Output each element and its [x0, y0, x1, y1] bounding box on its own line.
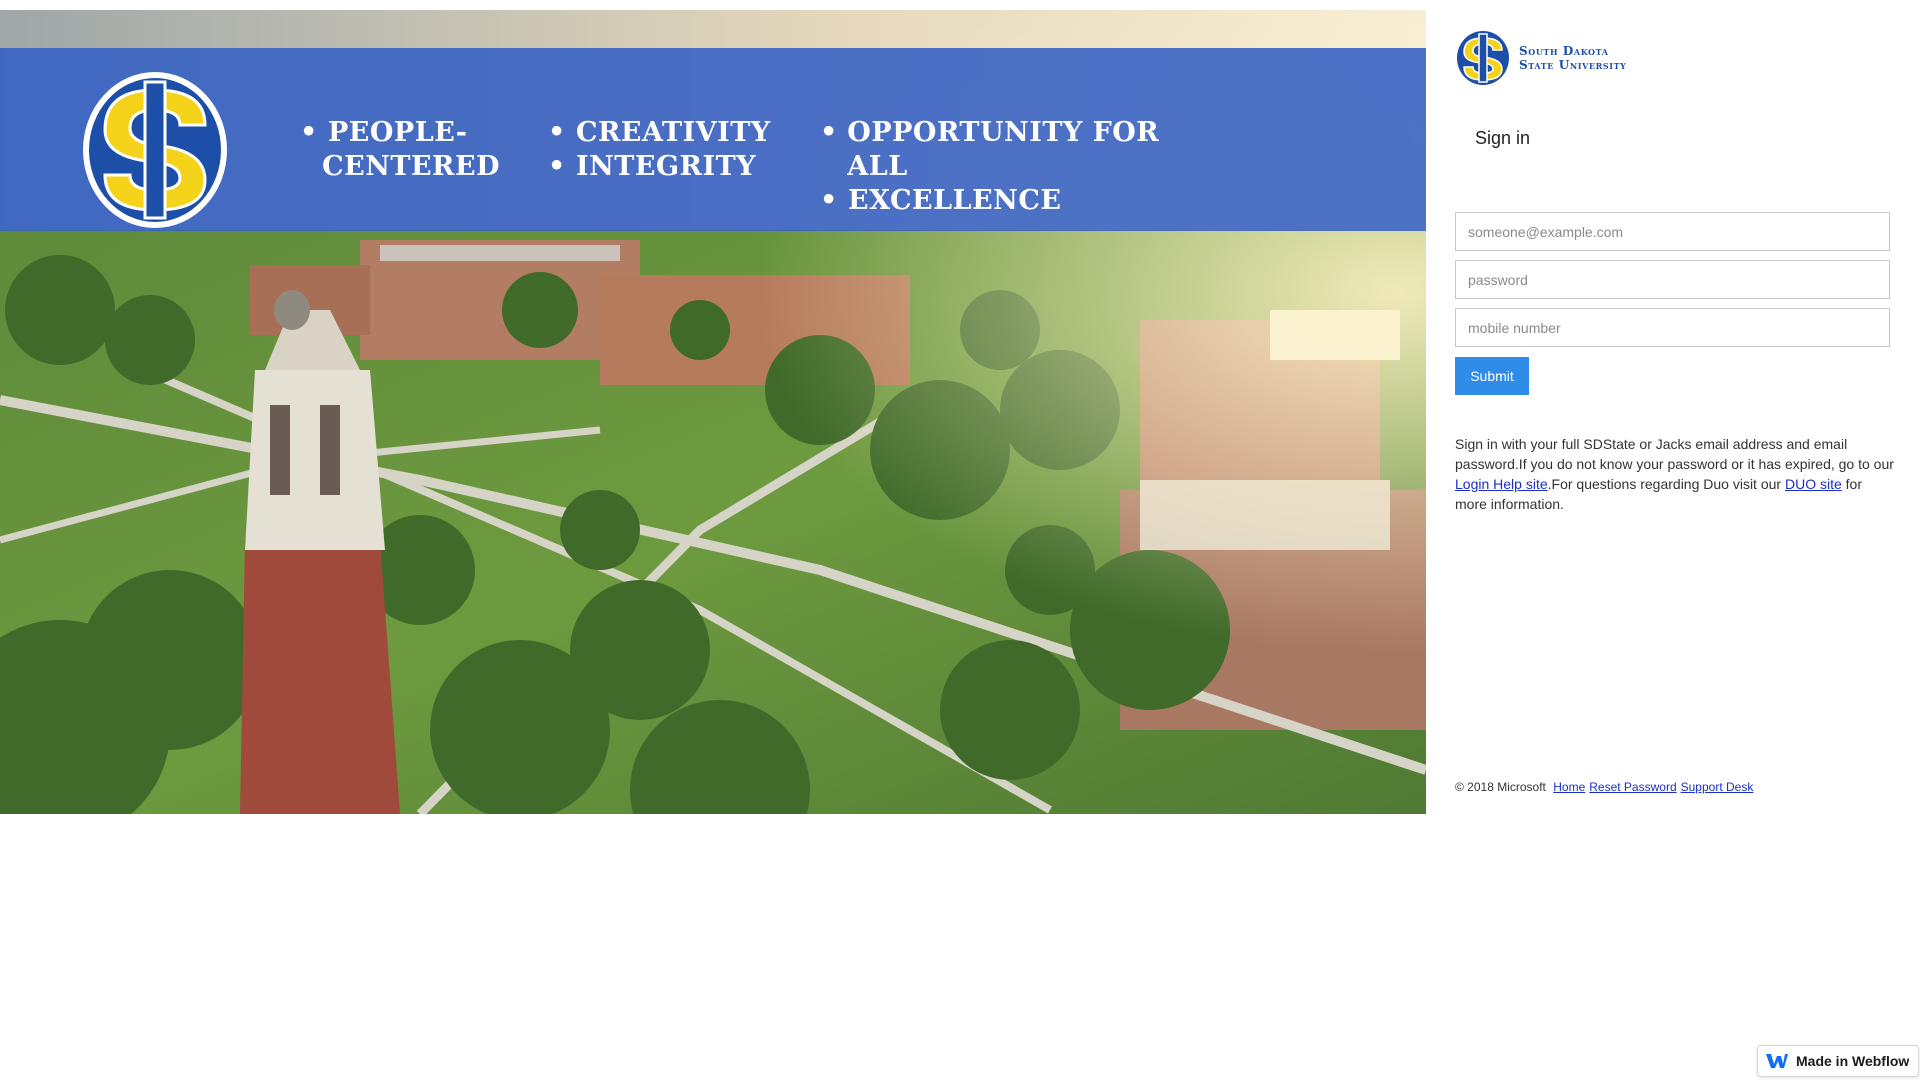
- sign-in-panel: South Dakota State University Sign in Su…: [1455, 0, 1895, 820]
- sign-in-help-text: Sign in with your full SDState or Jacks …: [1455, 436, 1894, 512]
- university-name-line2: State University: [1519, 58, 1627, 72]
- copyright-text: © 2018 Microsoft: [1455, 780, 1546, 794]
- reset-password-link[interactable]: Reset Password: [1589, 780, 1676, 794]
- value-opportunity: OPPORTUNITY FOR ALL: [847, 117, 1160, 182]
- sign-in-title: Sign in: [1475, 128, 1531, 148]
- value-creativity: CREATIVITY: [576, 117, 771, 148]
- footer: © 2018 Microsoft Home Reset Password Suppo…: [1455, 780, 1753, 794]
- value-list-col3: • OPPORTUNITY FOR ALL • EXCELLENCE: [820, 116, 1220, 218]
- bullet: •: [300, 117, 318, 148]
- duo-site-link[interactable]: DUO site: [1785, 476, 1842, 492]
- sds-monogram-logo-icon: [83, 72, 227, 228]
- university-name: South Dakota State University: [1519, 44, 1626, 72]
- home-link[interactable]: Home: [1553, 780, 1585, 794]
- university-name-line1: South Dakota: [1519, 44, 1609, 58]
- value-people-centered-line2: CENTERED: [322, 151, 500, 182]
- mobile-number-input[interactable]: [1455, 308, 1890, 347]
- value-people-centered: PEOPLE-: [328, 117, 468, 148]
- made-in-webflow-label: Made in Webflow: [1796, 1053, 1910, 1069]
- bullet: •: [820, 117, 838, 148]
- bullet: •: [820, 185, 838, 216]
- value-list-col2: • CREATIVITY • INTEGRITY: [548, 116, 788, 184]
- bullet: •: [548, 151, 566, 182]
- login-help-link[interactable]: Login Help site: [1455, 476, 1548, 492]
- made-in-webflow-badge[interactable]: Made in Webflow: [1757, 1045, 1919, 1077]
- value-integrity: INTEGRITY: [576, 151, 756, 182]
- brand-header: South Dakota State University: [1455, 30, 1626, 86]
- submit-button[interactable]: Submit: [1455, 357, 1529, 395]
- password-input[interactable]: [1455, 260, 1890, 299]
- email-input[interactable]: [1455, 212, 1890, 251]
- webflow-logo-icon: [1766, 1054, 1788, 1068]
- support-desk-link[interactable]: Support Desk: [1681, 780, 1754, 794]
- value-excellence: EXCELLENCE: [848, 185, 1062, 216]
- value-list-col1: • PEOPLE- CENTERED: [300, 116, 500, 184]
- sds-monogram-logo-icon: [1457, 31, 1509, 85]
- bullet: •: [548, 117, 566, 148]
